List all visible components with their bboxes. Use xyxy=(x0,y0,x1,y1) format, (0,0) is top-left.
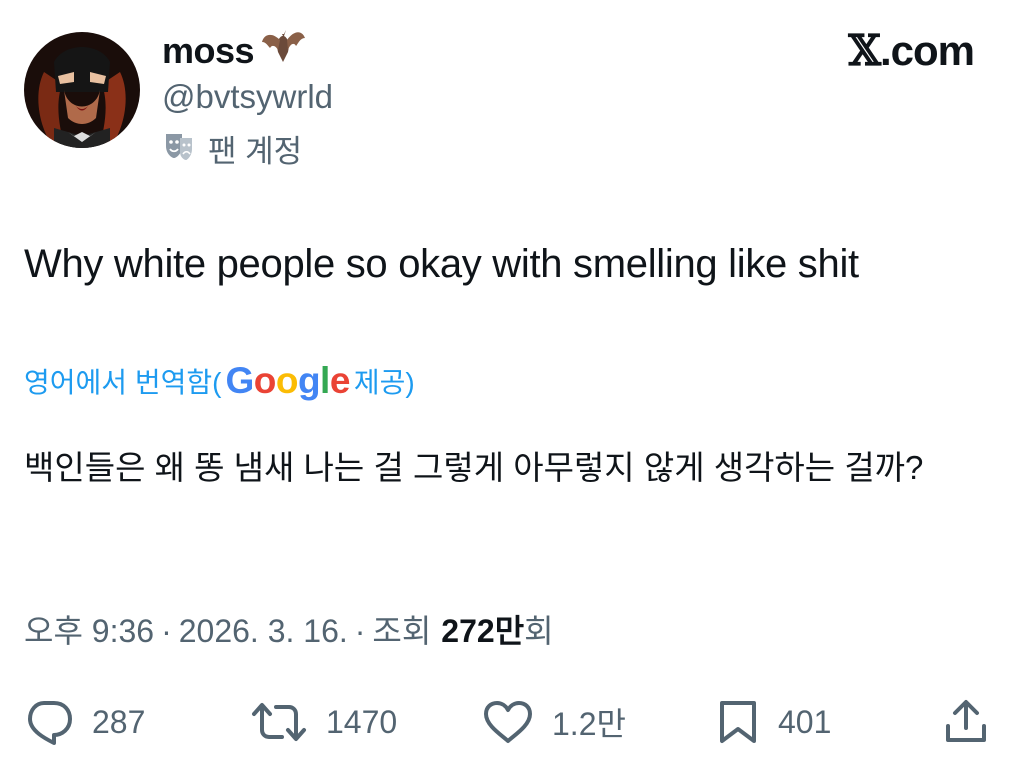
views-count: 272만 xyxy=(441,613,525,649)
like-button[interactable]: 1.2만 xyxy=(482,694,626,750)
heart-icon xyxy=(484,701,532,743)
repost-button[interactable]: 1470 xyxy=(250,694,397,750)
brand-suffix: .com xyxy=(879,27,975,74)
share-icon xyxy=(946,700,986,742)
bookmark-count: 401 xyxy=(778,703,832,740)
translated-text: 백인들은 왜 똥 냄새 나는 걸 그렇게 아무렇지 않게 생각하는 걸까? xyxy=(24,449,924,486)
repost-icon xyxy=(252,703,306,741)
google-letter: G xyxy=(225,360,254,401)
reply-icon xyxy=(28,701,72,745)
views-label: 조회 xyxy=(372,613,432,649)
account-label-text: 팬 계정 xyxy=(208,134,303,169)
reply-button[interactable]: 287 xyxy=(24,694,145,750)
translation-note[interactable]: 영어에서 번역함( Google 제공) xyxy=(24,360,415,402)
tweet-time[interactable]: 오후 9:36 xyxy=(24,606,154,652)
share-button[interactable] xyxy=(942,694,990,750)
google-letter: e xyxy=(329,360,351,401)
bookmark-icon xyxy=(720,701,756,743)
repost-count: 1470 xyxy=(326,703,398,740)
google-letter: o xyxy=(275,360,299,401)
separator: · xyxy=(161,613,172,649)
reply-count: 287 xyxy=(92,703,146,740)
like-count: 1.2만 xyxy=(552,706,626,742)
google-letter: o xyxy=(253,360,277,401)
avatar[interactable] xyxy=(24,32,140,148)
account-label: 팬 계정 xyxy=(162,126,302,171)
tweet-text: Why white people so okay with smelling l… xyxy=(24,242,859,286)
google-letter: l xyxy=(320,360,330,401)
user-handle[interactable]: @bvtsywrld xyxy=(162,78,333,116)
views-suffix: 회 xyxy=(524,613,554,649)
google-letter: g xyxy=(297,360,321,401)
google-logo: Google xyxy=(225,360,351,402)
x-brand-logo: 𝕏.com xyxy=(848,26,975,75)
bat-emoji-icon xyxy=(260,26,306,75)
tweet-metadata: 오후 9:36 · 2026. 3. 16. · 조회 272만 회 xyxy=(24,606,554,652)
action-bar: 287 1470 1.2만 401 xyxy=(0,694,1024,750)
x-logo-icon: 𝕏 xyxy=(848,26,881,75)
translate-suffix: 제공) xyxy=(353,367,415,398)
tweet-date[interactable]: 2026. 3. 16. xyxy=(179,613,348,650)
separator: · xyxy=(354,613,366,649)
display-name-text: moss xyxy=(162,29,255,71)
translate-prefix: 영어에서 번역함( xyxy=(24,367,222,398)
bookmark-button[interactable]: 401 xyxy=(716,694,831,750)
theater-masks-icon xyxy=(162,132,196,170)
display-name[interactable]: moss xyxy=(162,26,306,75)
